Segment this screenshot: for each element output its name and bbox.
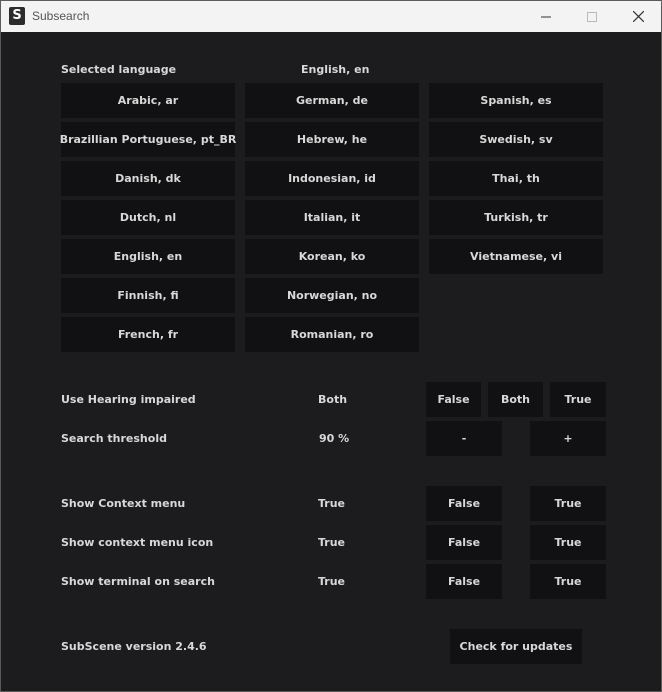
hearing-impaired-label: Use Hearing impaired [61, 393, 196, 406]
language-button-no[interactable]: Norwegian, no [245, 278, 419, 313]
search-threshold-label: Search threshold [61, 432, 167, 445]
context-menu-label: Show Context menu [61, 497, 186, 510]
app-logo-icon: S [9, 7, 25, 25]
selected-language-value: English, en [301, 63, 370, 76]
context-menu-value: True [318, 497, 346, 510]
threshold-decrease-button[interactable]: - [426, 421, 502, 456]
language-button-en[interactable]: English, en [61, 239, 235, 274]
language-button-sv[interactable]: Swedish, sv [429, 122, 603, 157]
language-button-th[interactable]: Thai, th [429, 161, 603, 196]
language-button-id[interactable]: Indonesian, id [245, 161, 419, 196]
language-button-it[interactable]: Italian, it [245, 200, 419, 235]
context-menu-icon-false-button[interactable]: False [426, 525, 502, 560]
terminal-label: Show terminal on search [61, 575, 215, 588]
language-button-tr[interactable]: Turkish, tr [429, 200, 603, 235]
window-title: Subsearch [32, 9, 90, 23]
version-label: SubScene version 2.4.6 [61, 640, 207, 653]
hearing-impaired-both-button[interactable]: Both [488, 382, 543, 417]
hearing-impaired-true-button[interactable]: True [550, 382, 606, 417]
context-menu-true-button[interactable]: True [530, 486, 606, 521]
language-button-fi[interactable]: Finnish, fi [61, 278, 235, 313]
language-button-nl[interactable]: Dutch, nl [61, 200, 235, 235]
maximize-button[interactable] [569, 1, 615, 32]
language-button-dk[interactable]: Danish, dk [61, 161, 235, 196]
hearing-impaired-false-button[interactable]: False [426, 382, 481, 417]
language-button-he[interactable]: Hebrew, he [245, 122, 419, 157]
check-updates-button[interactable]: Check for updates [450, 629, 582, 664]
language-button-pt-br[interactable]: Brazillian Portuguese, pt_BR [60, 122, 236, 157]
close-button[interactable] [615, 1, 661, 32]
context-menu-false-button[interactable]: False [426, 486, 502, 521]
selected-language-label: Selected language [61, 63, 177, 76]
language-button-ko[interactable]: Korean, ko [245, 239, 419, 274]
language-button-vi[interactable]: Vietnamese, vi [429, 239, 603, 274]
minimize-button[interactable] [523, 1, 569, 32]
close-icon [632, 11, 644, 22]
hearing-impaired-value: Both [318, 393, 348, 406]
language-button-de[interactable]: German, de [245, 83, 419, 118]
app-window: S Subsearch Selected language English, e… [0, 0, 662, 692]
terminal-value: True [318, 575, 346, 588]
title-bar: S Subsearch [1, 1, 661, 32]
minimize-icon [541, 16, 551, 17]
context-menu-icon-value: True [318, 536, 346, 549]
context-menu-icon-true-button[interactable]: True [530, 525, 606, 560]
threshold-increase-button[interactable]: + [530, 421, 606, 456]
language-button-fr[interactable]: French, fr [61, 317, 235, 352]
language-button-es[interactable]: Spanish, es [429, 83, 603, 118]
context-menu-icon-label: Show context menu icon [61, 536, 214, 549]
terminal-false-button[interactable]: False [426, 564, 502, 599]
language-button-ro[interactable]: Romanian, ro [245, 317, 419, 352]
terminal-true-button[interactable]: True [530, 564, 606, 599]
language-button-ar[interactable]: Arabic, ar [61, 83, 235, 118]
search-threshold-value: 90 % [319, 432, 350, 445]
maximize-icon [587, 11, 597, 22]
